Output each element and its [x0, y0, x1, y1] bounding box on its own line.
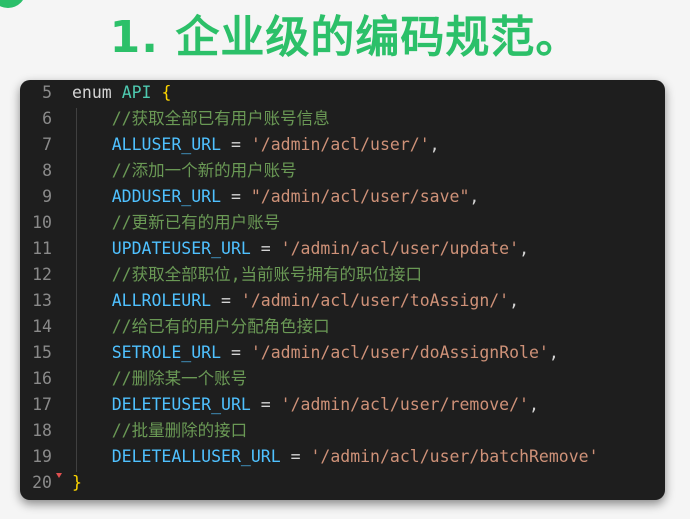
comma: ,	[519, 239, 529, 258]
close-brace: }	[72, 473, 82, 492]
assign-operator: =	[290, 447, 301, 466]
line-number: 12	[32, 265, 52, 284]
code-text: DELETEUSER_URL = '/admin/acl/user/remove…	[72, 392, 539, 418]
code-line[interactable]: 13 ALLROLEURL = '/admin/acl/user/toAssig…	[20, 288, 665, 314]
code-line[interactable]: 16 //删除某一个账号	[20, 366, 665, 392]
enum-member-name: DELETEUSER_URL	[111, 395, 251, 414]
assign-operator: =	[260, 395, 271, 414]
comma: ,	[509, 291, 520, 310]
code-text: }	[72, 470, 82, 496]
line-number: 13	[32, 291, 52, 310]
line-number: 18	[32, 421, 52, 440]
code-line[interactable]: 20}	[20, 470, 665, 496]
enum-member-name: UPDATEUSER_URL	[111, 239, 251, 258]
url-string: '/admin/acl/user/toAssign/'	[240, 291, 510, 310]
line-number: 19	[32, 447, 52, 466]
code-line[interactable]: 14 //给已有的用户分配角色接口	[20, 314, 665, 340]
url-string: '/admin/acl/user/remove/'	[280, 395, 529, 414]
code-text: ADDUSER_URL = "/admin/acl/user/save",	[72, 184, 480, 210]
enum-member-name: SETROLE_URL	[111, 343, 222, 362]
assign-operator: =	[260, 239, 271, 258]
code-comment: //获取全部职位,当前账号拥有的职位接口	[111, 265, 423, 284]
line-number: 11	[32, 239, 52, 258]
url-string: '/admin/acl/user/doAssignRole'	[250, 343, 549, 362]
code-text: //获取全部职位,当前账号拥有的职位接口	[72, 262, 422, 288]
code-comment: //给已有的用户分配角色接口	[111, 317, 330, 336]
line-number: 8	[42, 161, 52, 180]
code-line[interactable]: 19 DELETEALLUSER_URL = '/admin/acl/user/…	[20, 444, 665, 470]
line-number: 9	[42, 187, 52, 206]
assign-operator: =	[221, 291, 231, 310]
code-comment: //添加一个新的用户账号	[111, 161, 297, 180]
enum-name: API	[121, 83, 152, 102]
line-number: 14	[32, 317, 52, 336]
enum-member-name: ALLUSER_URL	[111, 135, 222, 154]
line-number: 20	[32, 473, 52, 492]
code-text: //给已有的用户分配角色接口	[72, 314, 330, 340]
line-number: 10	[32, 213, 52, 232]
enum-member-name: ALLROLEURL	[111, 291, 212, 310]
code-line[interactable]: 12 //获取全部职位,当前账号拥有的职位接口	[20, 262, 665, 288]
code-line[interactable]: 15 SETROLE_URL = '/admin/acl/user/doAssi…	[20, 340, 665, 366]
code-text: //删除某一个账号	[72, 366, 247, 392]
code-line[interactable]: 5 enum API {	[20, 80, 665, 106]
code-comment: //更新已有的用户账号	[111, 213, 281, 232]
code-comment: //批量删除的接口	[111, 421, 248, 440]
code-line[interactable]: 11 UPDATEUSER_URL = '/admin/acl/user/upd…	[20, 236, 665, 262]
code-line[interactable]: 10 //更新已有的用户账号	[20, 210, 665, 236]
code-line[interactable]: 9 ADDUSER_URL = "/admin/acl/user/save",	[20, 184, 665, 210]
comma: ,	[429, 135, 440, 154]
line-number: 5	[42, 83, 52, 102]
code-comment: //删除某一个账号	[111, 369, 248, 388]
url-string: "/admin/acl/user/save"	[250, 187, 470, 206]
code-line[interactable]: 6 //获取全部已有用户账号信息	[20, 106, 665, 132]
code-line[interactable]: 18 //批量删除的接口	[20, 418, 665, 444]
code-comment: //获取全部已有用户账号信息	[111, 109, 330, 128]
enum-keyword: enum	[72, 83, 112, 102]
code-text: SETROLE_URL = '/admin/acl/user/doAssignR…	[72, 340, 559, 366]
code-text: enum API {	[72, 80, 171, 106]
code-text: //批量删除的接口	[72, 418, 247, 444]
code-text: //添加一个新的用户账号	[72, 158, 297, 184]
page-title: 1. 企业级的编码规范。	[109, 12, 581, 63]
line-number: 7	[42, 135, 52, 154]
line-number: 6	[42, 109, 52, 128]
url-string: '/admin/acl/user/update'	[280, 239, 520, 258]
open-brace: {	[161, 83, 172, 102]
comma: ,	[529, 395, 539, 414]
url-string: '/admin/acl/user/batchRemove'	[310, 447, 599, 466]
line-number: 16	[32, 369, 52, 388]
code-text: ALLUSER_URL = '/admin/acl/user/',	[72, 132, 440, 158]
code-line[interactable]: 7 ALLUSER_URL = '/admin/acl/user/',	[20, 132, 665, 158]
code-editor[interactable]: 5 enum API {6 //获取全部已有用户账号信息 7 ALLUSER_URL…	[20, 80, 665, 500]
assign-operator: =	[230, 187, 241, 206]
code-text: UPDATEUSER_URL = '/admin/acl/user/update…	[72, 236, 529, 262]
enum-member-name: DELETEALLUSER_URL	[111, 447, 281, 466]
url-string: '/admin/acl/user/'	[250, 135, 430, 154]
code-text: ALLROLEURL = '/admin/acl/user/toAssign/'…	[72, 288, 519, 314]
enum-member-name: ADDUSER_URL	[111, 187, 222, 206]
corner-badge	[0, 0, 26, 8]
comma: ,	[548, 343, 559, 362]
line-number: 15	[32, 343, 52, 362]
line-number: 17	[32, 395, 52, 414]
code-text: //更新已有的用户账号	[72, 210, 280, 236]
assign-operator: =	[230, 135, 241, 154]
code-text: //获取全部已有用户账号信息	[72, 106, 330, 132]
assign-operator: =	[230, 343, 241, 362]
code-line[interactable]: 8 //添加一个新的用户账号	[20, 158, 665, 184]
comma: ,	[469, 187, 480, 206]
code-text: DELETEALLUSER_URL = '/admin/acl/user/bat…	[72, 444, 599, 470]
code-line[interactable]: 17 DELETEUSER_URL = '/admin/acl/user/rem…	[20, 392, 665, 418]
